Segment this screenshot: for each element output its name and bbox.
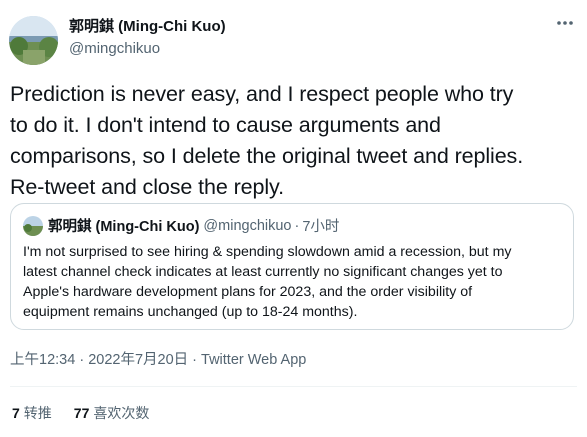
more-options-button[interactable] <box>552 10 578 36</box>
quoted-tweet-header: 郭明錤 (Ming-Chi Kuo) @mingchikuo · 7小时 <box>23 215 339 236</box>
avatar-image <box>9 16 58 65</box>
likes-stat[interactable]: 77 喜欢次数 <box>74 403 150 423</box>
author-info: 郭明錤 (Ming-Chi Kuo) @mingchikuo <box>69 17 226 59</box>
retweets-stat[interactable]: 7 转推 <box>12 403 52 423</box>
quoted-author-avatar <box>23 215 43 236</box>
tweet-date-link[interactable]: 2022年7月20日 <box>88 352 188 368</box>
meta-separator: · <box>75 352 89 368</box>
likes-label: 喜欢次数 <box>93 405 150 421</box>
likes-count: 77 <box>73 405 90 421</box>
retweets-label: 转推 <box>23 405 52 421</box>
author-display-name[interactable]: 郭明錤 (Ming-Chi Kuo) <box>69 17 226 37</box>
divider <box>10 386 577 387</box>
author-handle[interactable]: @mingchikuo <box>69 39 226 59</box>
more-horizontal-icon <box>557 21 573 25</box>
quoted-author-display-name: 郭明錤 (Ming-Chi Kuo) <box>48 219 200 235</box>
quoted-tweet-card[interactable]: 郭明錤 (Ming-Chi Kuo) @mingchikuo · 7小时 I'm… <box>10 203 574 330</box>
quoted-author-handle: @mingchikuo <box>203 217 292 234</box>
tweet-time-link[interactable]: 上午12:34 <box>10 352 75 368</box>
quoted-separator: · <box>294 217 300 234</box>
tweet-meta: 上午12:34 · 2022年7月20日 · Twitter Web App <box>10 348 306 369</box>
quoted-avatar-image <box>23 215 43 236</box>
quoted-tweet-text: I'm not surprised to see hiring & spendi… <box>23 244 512 320</box>
tweet-source-link[interactable]: Twitter Web App <box>201 352 306 368</box>
tweet-stats: 7 转推 77 喜欢次数 <box>12 403 149 423</box>
quoted-tweet-time[interactable]: 7小时 <box>302 215 339 236</box>
tweet-text: Prediction is never easy, and I respect … <box>10 82 524 199</box>
retweets-count: 7 <box>12 405 20 421</box>
author-avatar[interactable] <box>9 16 58 65</box>
meta-separator: · <box>188 352 202 368</box>
